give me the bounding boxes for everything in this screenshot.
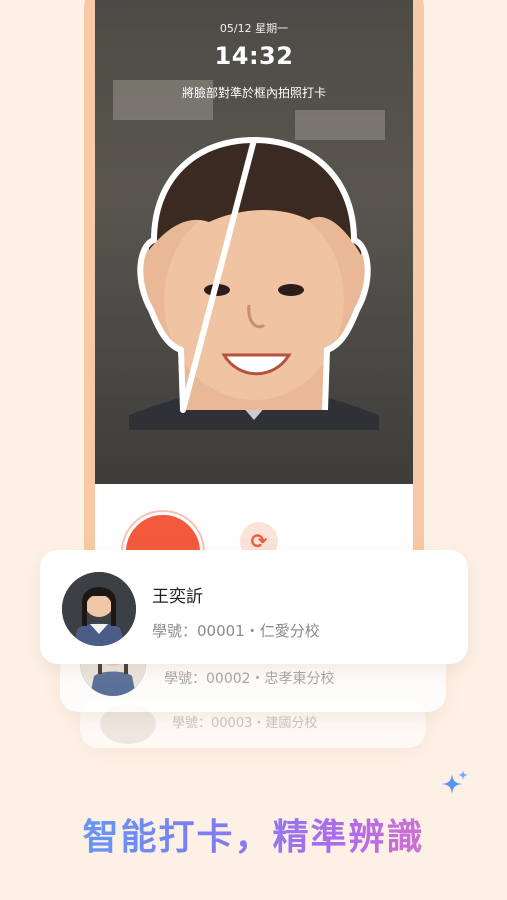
student-info: 學號：00003・建國分校	[172, 716, 318, 731]
camera-date: 05/12 星期一	[219, 22, 289, 35]
student-card-active[interactable]: 王奕訢 學號：00001・仁愛分校	[40, 550, 468, 664]
camera-preview: 05/12 星期一 14:32 將臉部對準於框內拍照打卡	[95, 0, 413, 484]
sparkle-icon	[458, 770, 468, 780]
slogan-text: 智能打卡，精準辨識	[0, 808, 507, 860]
camera-time: 14:32	[214, 42, 294, 70]
student-name: 王奕訢	[152, 587, 203, 607]
right-eye	[278, 284, 304, 296]
student-info: 學號：00001・仁愛分校	[152, 622, 320, 640]
phone-screen: 05/12 星期一 14:32 將臉部對準於框內拍照打卡	[95, 0, 413, 560]
camera-hint: 將臉部對準於框內拍照打卡	[181, 86, 326, 100]
face-frame	[129, 137, 379, 430]
student-info: 學號：00002・忠孝東分校	[164, 671, 335, 687]
student-avatar	[62, 572, 136, 646]
